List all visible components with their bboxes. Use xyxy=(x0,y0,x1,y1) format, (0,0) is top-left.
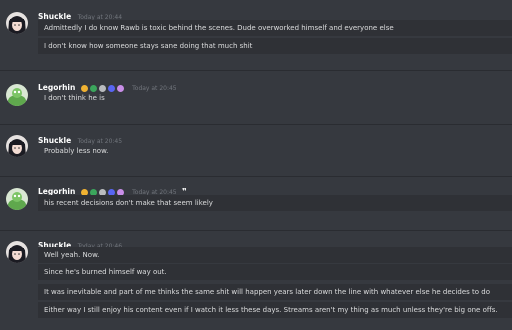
message-line: I don't know how someone stays sane doin… xyxy=(38,38,512,54)
message-line: Admittedly I do know Rawb is toxic behin… xyxy=(38,20,512,36)
message-group: Shuckle Today at 20:45 Probably less now… xyxy=(0,132,512,166)
avatar-shuckle[interactable] xyxy=(6,135,28,157)
message-divider xyxy=(0,124,512,125)
avatar-legorhin[interactable] xyxy=(6,188,28,210)
avatar-legorhin[interactable] xyxy=(6,84,28,106)
message-line: I don't think he is xyxy=(44,94,105,102)
message-divider xyxy=(0,176,512,177)
message-line: his recent decisions don't make that see… xyxy=(38,195,512,211)
message-divider xyxy=(0,230,512,231)
message-line: Well yeah. Now. xyxy=(38,247,512,263)
message-divider xyxy=(0,70,512,71)
avatar-shuckle[interactable] xyxy=(6,12,28,34)
message-group: Legorhin Today at 20:45 ❞ his recent dec… xyxy=(0,184,512,220)
message-group: Shuckle Today at 20:46 Well yeah. Now. S… xyxy=(0,238,512,330)
message-group: Shuckle Today at 20:44 Admittedly I do k… xyxy=(0,8,512,60)
message-line: Since he's burned himself way out. xyxy=(38,264,512,280)
message-line: Probably less now. xyxy=(44,147,109,155)
message-line: It was inevitable and part of me thinks … xyxy=(38,284,512,300)
message-group: Legorhin Today at 20:45 I don't think he… xyxy=(0,80,512,114)
message-line: Either way I still enjoy his content eve… xyxy=(38,302,512,318)
avatar-shuckle[interactable] xyxy=(6,241,28,263)
